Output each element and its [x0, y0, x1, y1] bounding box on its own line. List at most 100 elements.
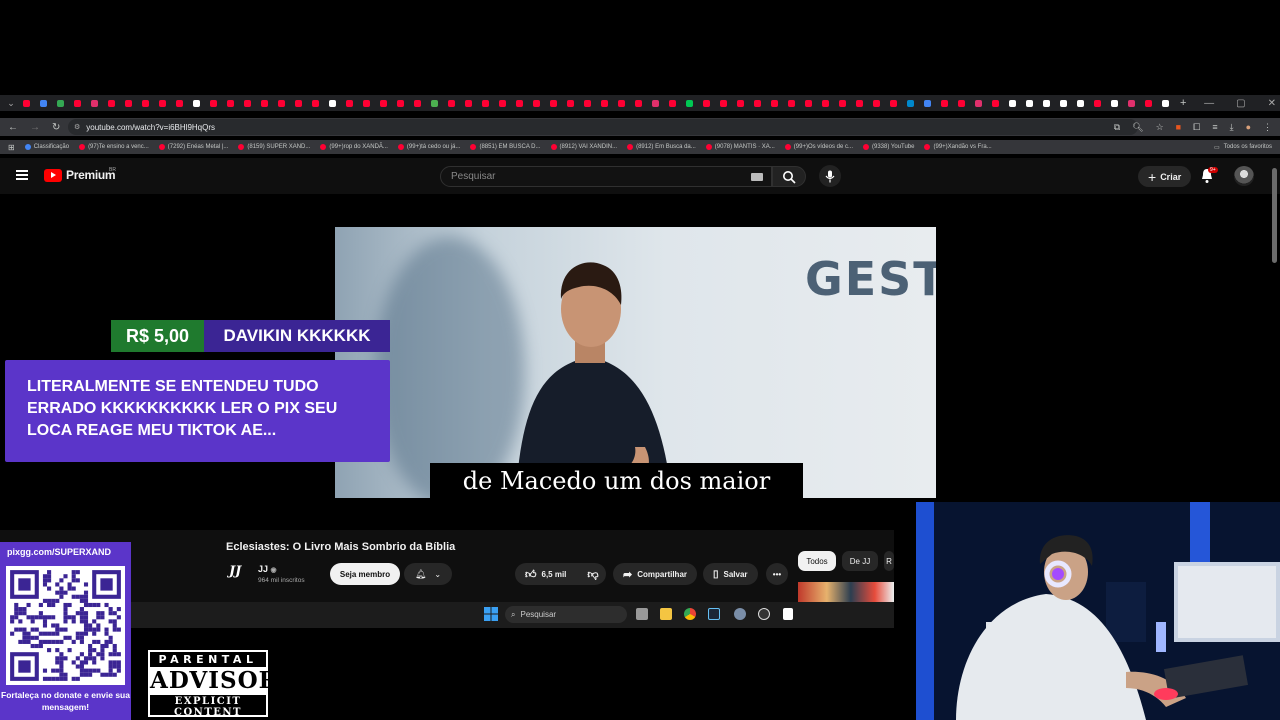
- browser-tab[interactable]: [834, 96, 851, 110]
- menu-icon[interactable]: [16, 170, 28, 180]
- channel-name[interactable]: JJ ◉: [258, 564, 277, 574]
- bookmark-item[interactable]: (9338) YouTube: [863, 144, 914, 150]
- tab-list-chevron-icon[interactable]: ⌄: [4, 98, 18, 109]
- download-icon[interactable]: ⤓: [1230, 122, 1234, 133]
- create-button[interactable]: + Criar: [1138, 166, 1192, 187]
- forward-icon[interactable]: →: [30, 122, 40, 133]
- all-bookmarks[interactable]: ▭ Todos os favoritos: [1213, 140, 1272, 154]
- bookmark-item[interactable]: (99+)Os vídeos de c...: [784, 144, 853, 150]
- browser-tab[interactable]: [970, 96, 987, 110]
- browser-tab[interactable]: [1072, 96, 1089, 110]
- video-player[interactable]: GEST: [335, 227, 936, 498]
- browser-tab[interactable]: [681, 96, 698, 110]
- join-member-button[interactable]: Seja membro: [330, 563, 400, 585]
- browser-tab[interactable]: [902, 96, 919, 110]
- profile-icon[interactable]: ●: [1246, 122, 1251, 132]
- bookmark-star-icon[interactable]: ☆: [1156, 122, 1164, 133]
- browser-tab[interactable]: [239, 96, 256, 110]
- bookmark-item[interactable]: (8912) VAI XANDIN...: [550, 144, 617, 150]
- bookmark-item[interactable]: (99+)rop do XANDÃ...: [320, 144, 388, 150]
- browser-tab[interactable]: [919, 96, 936, 110]
- browser-tab[interactable]: [715, 96, 732, 110]
- browser-tab[interactable]: [732, 96, 749, 110]
- bookmark-item[interactable]: (99+)tá cedo ou já...: [397, 144, 460, 150]
- browser-tab[interactable]: [783, 96, 800, 110]
- browser-tab[interactable]: [579, 96, 596, 110]
- browser-tab[interactable]: [171, 96, 188, 110]
- taskbar-search[interactable]: ⌕ Pesquisar: [505, 606, 627, 623]
- bookmark-item[interactable]: Classificação: [24, 144, 69, 150]
- browser-tab[interactable]: [800, 96, 817, 110]
- search-input[interactable]: Pesquisar: [440, 166, 772, 187]
- keyboard-icon[interactable]: [751, 173, 763, 181]
- browser-tab[interactable]: [86, 96, 103, 110]
- chrome-icon[interactable]: [684, 608, 696, 620]
- bookmark-item[interactable]: (8912) Em Busca da...: [627, 144, 696, 150]
- browser-tab[interactable]: [1055, 96, 1072, 110]
- windows-start-icon[interactable]: [484, 607, 498, 621]
- browser-tab[interactable]: [154, 96, 171, 110]
- browser-tab[interactable]: [766, 96, 783, 110]
- install-icon[interactable]: ⧉: [1114, 122, 1120, 133]
- browser-tab[interactable]: [1140, 96, 1157, 110]
- chip-from-channel[interactable]: De JJ: [842, 551, 878, 571]
- browser-tab[interactable]: [596, 96, 613, 110]
- chip-related[interactable]: R: [884, 551, 894, 571]
- browser-tab[interactable]: [987, 96, 1004, 110]
- scrollbar[interactable]: [1272, 168, 1277, 263]
- browser-tab[interactable]: [69, 96, 86, 110]
- browser-tab[interactable]: [307, 96, 324, 110]
- browser-tab[interactable]: [103, 96, 120, 110]
- menu-dots-icon[interactable]: ⋮: [1263, 122, 1272, 133]
- browser-tab[interactable]: [375, 96, 392, 110]
- file-explorer-icon[interactable]: [660, 608, 672, 620]
- maximize-icon[interactable]: ▢: [1236, 98, 1245, 109]
- browser-tab[interactable]: [35, 96, 52, 110]
- browser-tab[interactable]: [749, 96, 766, 110]
- like-button[interactable]: 👍︎ 6,5 mil: [515, 563, 586, 585]
- browser-tab[interactable]: [205, 96, 222, 110]
- notepad-icon[interactable]: [783, 608, 793, 620]
- browser-tab[interactable]: [630, 96, 647, 110]
- back-icon[interactable]: ←: [8, 122, 18, 133]
- browser-tab[interactable]: [851, 96, 868, 110]
- task-view-icon[interactable]: [636, 608, 648, 620]
- more-actions-button[interactable]: •••: [766, 563, 788, 585]
- browser-tab[interactable]: [1004, 96, 1021, 110]
- browser-tab[interactable]: [273, 96, 290, 110]
- browser-tab[interactable]: [1106, 96, 1123, 110]
- recommended-thumbnail[interactable]: [798, 582, 894, 602]
- browser-tab[interactable]: [188, 96, 205, 110]
- url-field[interactable]: ⚙ youtube.com/watch?v=i6BHl9HqQrs: [68, 119, 1138, 135]
- save-button[interactable]: ▯ Salvar: [703, 563, 758, 585]
- bookmark-item[interactable]: (99+)Xandão vs Fra...: [924, 144, 992, 150]
- browser-tab[interactable]: [426, 96, 443, 110]
- browser-tab[interactable]: [664, 96, 681, 110]
- browser-tab[interactable]: [1021, 96, 1038, 110]
- browser-tab[interactable]: [528, 96, 545, 110]
- browser-tab[interactable]: [494, 96, 511, 110]
- bookmark-item[interactable]: (97)Te ensino a venc...: [79, 144, 149, 150]
- steam-icon[interactable]: [708, 608, 720, 620]
- browser-tab[interactable]: [511, 96, 528, 110]
- chip-all[interactable]: Todos: [798, 551, 836, 571]
- browser-tab[interactable]: [18, 96, 35, 110]
- bookmark-item[interactable]: (9078) MANTIS · XA...: [705, 144, 775, 150]
- channel-logo[interactable]: JJ: [229, 564, 249, 582]
- browser-tab[interactable]: [341, 96, 358, 110]
- browser-tab[interactable]: [817, 96, 834, 110]
- browser-tab[interactable]: [885, 96, 902, 110]
- browser-tab[interactable]: [1089, 96, 1106, 110]
- browser-tab[interactable]: [443, 96, 460, 110]
- search-button[interactable]: [772, 166, 806, 187]
- share-button[interactable]: ➦ Compartilhar: [613, 563, 698, 585]
- browser-tab[interactable]: [409, 96, 426, 110]
- obs-icon[interactable]: [758, 608, 770, 620]
- browser-tab[interactable]: [460, 96, 477, 110]
- browser-tab[interactable]: [613, 96, 630, 110]
- browser-tab[interactable]: [358, 96, 375, 110]
- browser-tab[interactable]: [290, 96, 307, 110]
- extension-icon[interactable]: ■: [1176, 122, 1181, 132]
- browser-tab[interactable]: [52, 96, 69, 110]
- browser-tab[interactable]: [256, 96, 273, 110]
